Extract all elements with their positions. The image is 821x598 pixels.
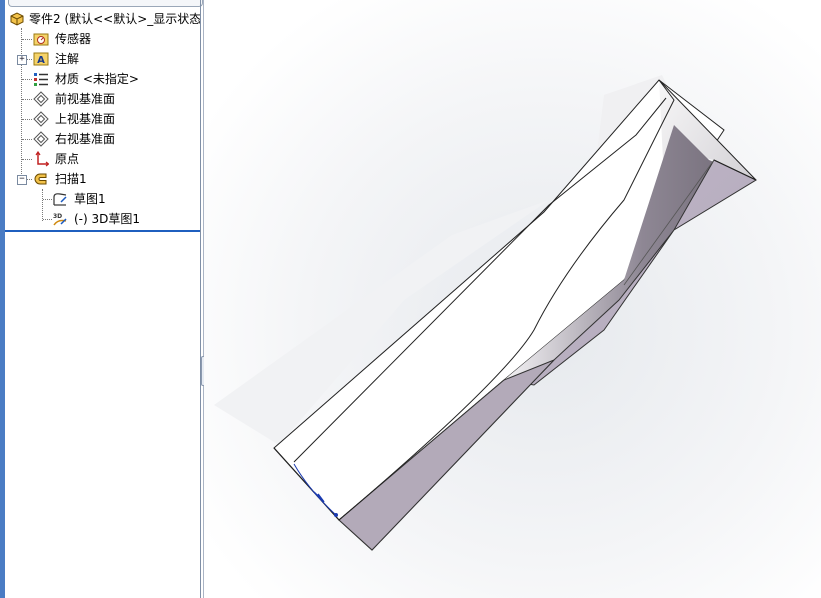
tree-branch-line xyxy=(22,99,32,100)
graphics-viewport[interactable] xyxy=(204,0,821,598)
tree-guide-line xyxy=(42,189,43,221)
tree-item-label: 材质 <未指定> xyxy=(55,72,139,86)
collapse-toggle[interactable]: − xyxy=(17,175,27,185)
panel-border xyxy=(200,0,201,598)
dimension-endpoint xyxy=(334,513,338,517)
sensor-folder-icon xyxy=(33,33,49,46)
tree-item-label: 原点 xyxy=(55,152,80,166)
tree-branch-line xyxy=(22,119,32,120)
tree-branch-line xyxy=(22,39,32,40)
tree-scroll-top[interactable] xyxy=(8,0,203,7)
material-icon xyxy=(34,73,48,86)
tree-branch-line xyxy=(22,159,32,160)
tree-branch-line xyxy=(27,179,32,180)
tree-item-label: 传感器 xyxy=(55,32,92,46)
tree-item-label: 右视基准面 xyxy=(55,132,116,146)
tree-branch-line xyxy=(43,219,52,220)
tree-branch-line xyxy=(27,59,32,60)
tree-item-label: 前视基准面 xyxy=(55,92,116,106)
svg-text:3D: 3D xyxy=(53,213,62,220)
svg-text:A: A xyxy=(37,55,45,66)
sketch-icon xyxy=(53,193,67,206)
plane-icon xyxy=(33,111,49,127)
part-icon xyxy=(10,12,24,26)
tree-item-label: 上视基准面 xyxy=(55,112,116,126)
feature-manager-tree: 零件2 (默认<<默认>_显示状态 传感器 + A 注解 材质 <未指定> 前视… xyxy=(0,0,203,598)
expand-toggle[interactable]: + xyxy=(17,55,27,65)
sweep-feature-icon xyxy=(34,173,47,185)
tree-branch-line xyxy=(22,79,32,80)
tree-item-label: 注解 xyxy=(55,52,80,66)
3d-sketch-icon: 3D xyxy=(53,213,67,226)
tree-branch-line xyxy=(22,139,32,140)
property-panel-area xyxy=(5,232,201,598)
tree-branch-line xyxy=(43,199,52,200)
origin-icon xyxy=(35,151,49,167)
tree-root-label: 零件2 (默认<<默认>_显示状态 xyxy=(29,12,202,26)
tree-item-label: (-) 3D草图1 xyxy=(74,212,141,226)
plane-icon xyxy=(33,91,49,107)
plane-icon xyxy=(33,131,49,147)
tree-item-label: 扫描1 xyxy=(55,172,87,186)
tree-item-label: 草图1 xyxy=(74,192,106,206)
annotation-folder-icon: A xyxy=(33,52,49,66)
tree-guide-line xyxy=(21,28,22,184)
